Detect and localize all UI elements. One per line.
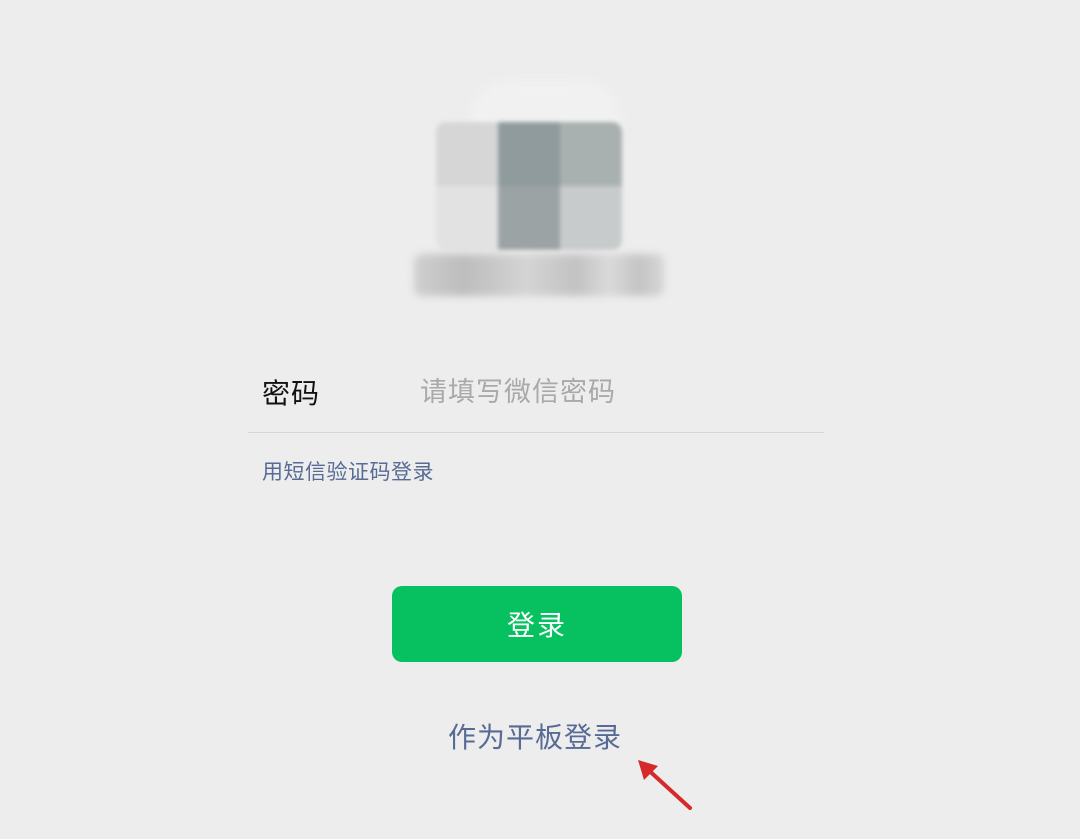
login-button[interactable]: 登录 (392, 586, 682, 662)
password-label: 密码 (262, 377, 321, 410)
avatar-pixel (560, 186, 622, 250)
password-input[interactable] (418, 366, 822, 418)
avatar-pixel (436, 186, 498, 250)
account-nickname-redacted (414, 254, 664, 296)
avatar (436, 122, 622, 250)
avatar-pixel (498, 122, 560, 186)
red-arrow-pointer-icon (638, 760, 692, 810)
avatar-pixel (498, 186, 560, 250)
login-screen: 密码 用短信验证码登录 登录 作为平板登录 (0, 0, 1080, 839)
sms-code-login-link[interactable]: 用短信验证码登录 (262, 456, 434, 486)
avatar-pixel (560, 122, 622, 186)
avatar-pixel (436, 122, 498, 186)
tablet-login-link[interactable]: 作为平板登录 (448, 716, 622, 756)
password-row: 密码 (248, 358, 824, 433)
